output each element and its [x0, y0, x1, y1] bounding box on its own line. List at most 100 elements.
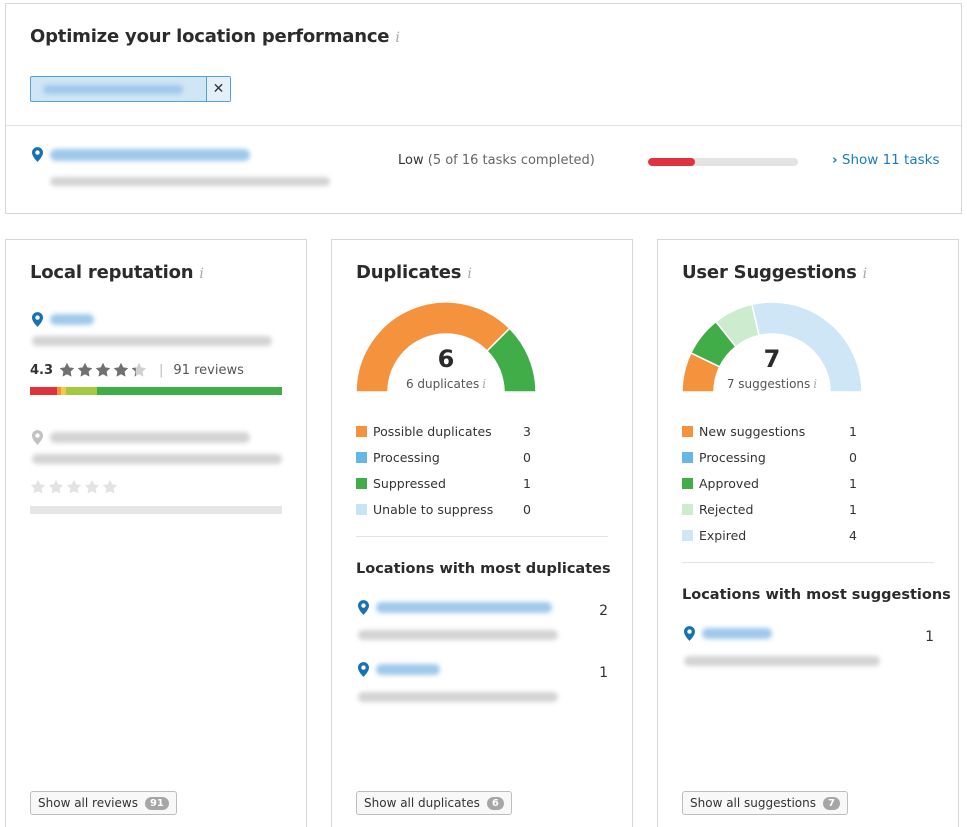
legend-swatch: [356, 451, 367, 463]
reputation-title-text: Local reputation: [30, 262, 194, 283]
legend-value: 0: [849, 449, 857, 465]
legend-swatch: [356, 425, 367, 437]
status-detail: (5 of 16 tasks completed): [427, 153, 595, 168]
legend-item: Rejected 1: [682, 496, 857, 522]
legend-value: 4: [849, 527, 857, 543]
legend-swatch: [682, 451, 693, 463]
location-name-redacted: [50, 314, 94, 325]
show-all-duplicates-button[interactable]: Show all duplicates 6: [356, 791, 512, 815]
legend-item: Approved 1: [682, 470, 857, 496]
info-icon[interactable]: i: [199, 266, 203, 282]
map-pin-icon: [32, 430, 43, 445]
legend-item: Processing 0: [682, 444, 857, 470]
legend-value: 0: [523, 449, 531, 465]
suggestions-count-badge: 7: [823, 796, 840, 810]
legend-item: Expired 4: [682, 522, 857, 548]
suggestions-subtitle-text: 7 suggestions: [726, 377, 811, 391]
location-name-redacted[interactable]: [376, 664, 440, 675]
duplicates-title: Duplicates i: [356, 262, 472, 283]
map-pin-icon: [32, 312, 43, 327]
location-filter-tag[interactable]: ✕: [30, 76, 231, 102]
legend-label: Possible duplicates: [373, 423, 492, 439]
page-title-text: Optimize your location performance: [30, 26, 390, 47]
legend-label: Unable to suppress: [373, 501, 494, 517]
location-name-redacted: [50, 432, 250, 443]
review-count[interactable]: 91 reviews: [173, 363, 243, 378]
legend-item: Suppressed 1: [356, 470, 531, 496]
legend-label: Rejected: [699, 501, 754, 517]
show-all-suggestions-button[interactable]: Show all suggestions 7: [682, 791, 848, 815]
map-pin-icon: [684, 626, 695, 641]
divider: [682, 562, 934, 563]
info-icon[interactable]: i: [863, 266, 867, 282]
show-all-duplicates-label: Show all duplicates: [364, 796, 480, 810]
location-suggestion-count: 1: [925, 629, 934, 645]
location-duplicate-count: 2: [599, 603, 608, 619]
show-tasks-label: Show 11 tasks: [841, 152, 940, 168]
legend-label: Suppressed: [373, 475, 446, 491]
duplicates-locations-heading: Locations with most duplicates: [356, 561, 611, 577]
reviews-count-badge: 91: [144, 796, 169, 810]
info-icon[interactable]: i: [813, 377, 817, 391]
info-icon[interactable]: i: [395, 30, 399, 46]
rating-value: 4.3: [30, 362, 54, 378]
legend-label: Expired: [699, 527, 747, 543]
rating-distribution-bar: [30, 387, 282, 395]
page-title: Optimize your location performance i: [30, 26, 400, 47]
duplicates-subtitle-text: 6 duplicates: [405, 377, 480, 391]
reputation-title: Local reputation i: [30, 262, 204, 283]
show-tasks-link[interactable]: › Show 11 tasks: [832, 152, 940, 168]
location-address-redacted: [50, 177, 330, 186]
suggestions-locations-heading: Locations with most suggestions: [682, 587, 951, 603]
duplicates-legend: Possible duplicates 3 Processing 0 Suppresse…: [356, 418, 531, 522]
close-icon[interactable]: ✕: [206, 77, 230, 101]
star-icon: [59, 362, 75, 377]
info-icon[interactable]: i: [482, 377, 486, 391]
duplicates-subtitle: 6 duplicates i: [354, 377, 538, 391]
show-all-reviews-button[interactable]: Show all reviews 91: [30, 791, 177, 815]
divider: [356, 536, 608, 537]
rating-bar-segment: [66, 387, 97, 395]
legend-swatch: [356, 503, 367, 515]
duplicates-card: Duplicates i 6 6 duplicates i Possible dup…: [331, 239, 633, 827]
location-name-redacted[interactable]: [702, 628, 772, 639]
legend-swatch: [682, 477, 693, 489]
legend-value: 1: [849, 423, 857, 439]
duplicates-count-badge: 6: [486, 796, 504, 810]
star-icon: [30, 479, 46, 494]
location-address-redacted: [32, 336, 272, 346]
legend-swatch: [356, 477, 367, 489]
star-icon: [131, 362, 147, 377]
legend-label: Approved: [699, 475, 759, 491]
user-suggestions-card: User Suggestions i 7 7 suggestions i New s…: [657, 239, 959, 827]
suggestions-total: 7: [763, 345, 781, 373]
status-level: Low: [398, 153, 424, 168]
suggestions-legend: New suggestions 1 Processing 0 Approved 1 Reje…: [682, 418, 857, 548]
legend-value: 1: [523, 475, 531, 491]
star-icon: [113, 362, 129, 377]
local-reputation-card: Local reputation i 4.3 | 91 reviews Show …: [5, 239, 307, 827]
legend-swatch: [682, 425, 693, 437]
location-address-redacted: [358, 692, 558, 702]
location-name-redacted: [50, 149, 250, 161]
legend-label: New suggestions: [699, 423, 806, 439]
info-icon[interactable]: i: [467, 266, 471, 282]
legend-item: Unable to suppress 0: [356, 496, 531, 522]
star-icon: [48, 479, 64, 494]
location-address-redacted: [684, 656, 880, 666]
rating-bar-segment: [30, 387, 57, 395]
map-pin-icon: [358, 662, 369, 677]
legend-value: 1: [849, 475, 857, 491]
optimize-header: Optimize your location performance i ✕: [6, 4, 961, 126]
star-rating-empty: [30, 479, 118, 495]
location-name-redacted[interactable]: [376, 602, 552, 613]
star-icon: [77, 362, 93, 377]
rating-bar-segment: [97, 387, 282, 395]
legend-swatch: [682, 503, 693, 515]
legend-label: Processing: [699, 449, 766, 465]
rating-row: 4.3 | 91 reviews: [30, 362, 244, 378]
legend-item: Possible duplicates 3: [356, 418, 531, 444]
star-icon: [84, 479, 100, 494]
star-icon: [66, 479, 82, 494]
star-icon: [95, 362, 111, 377]
